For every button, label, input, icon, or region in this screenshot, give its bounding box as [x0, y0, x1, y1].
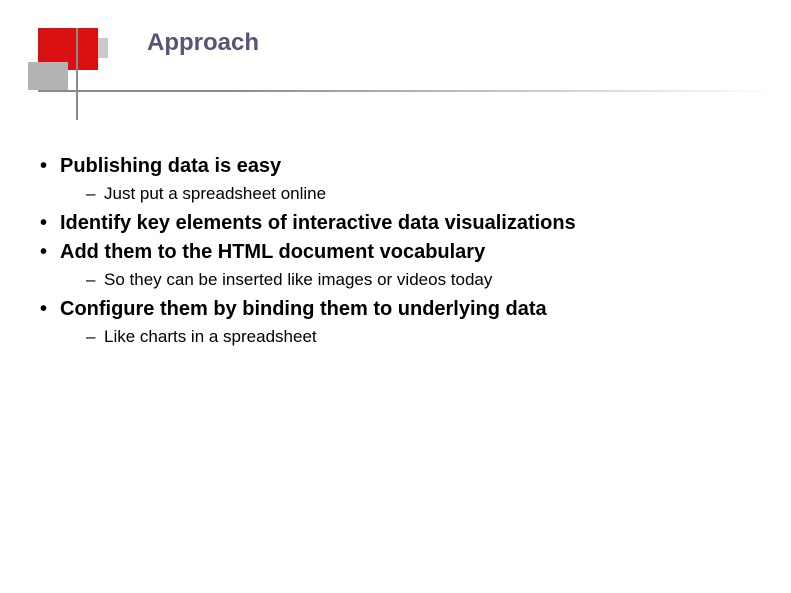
bullet-level-2: Just put a spreadsheet online	[40, 184, 751, 204]
bullet-level-1: Publishing data is easy	[40, 155, 751, 178]
grey-square-accent-1	[28, 62, 68, 90]
slide-content: Publishing data is easy Just put a sprea…	[40, 155, 751, 355]
vertical-divider	[76, 28, 78, 120]
bullet-level-1: Configure them by binding them to underl…	[40, 298, 751, 321]
bullet-level-1: Identify key elements of interactive dat…	[40, 212, 751, 235]
bullet-level-2: So they can be inserted like images or v…	[40, 270, 751, 290]
bullet-level-1: Add them to the HTML document vocabulary	[40, 241, 751, 264]
slide-header-decoration	[28, 28, 788, 108]
horizontal-divider	[38, 90, 778, 92]
bullet-level-2: Like charts in a spreadsheet	[40, 327, 751, 347]
slide-title: Approach	[147, 29, 259, 57]
